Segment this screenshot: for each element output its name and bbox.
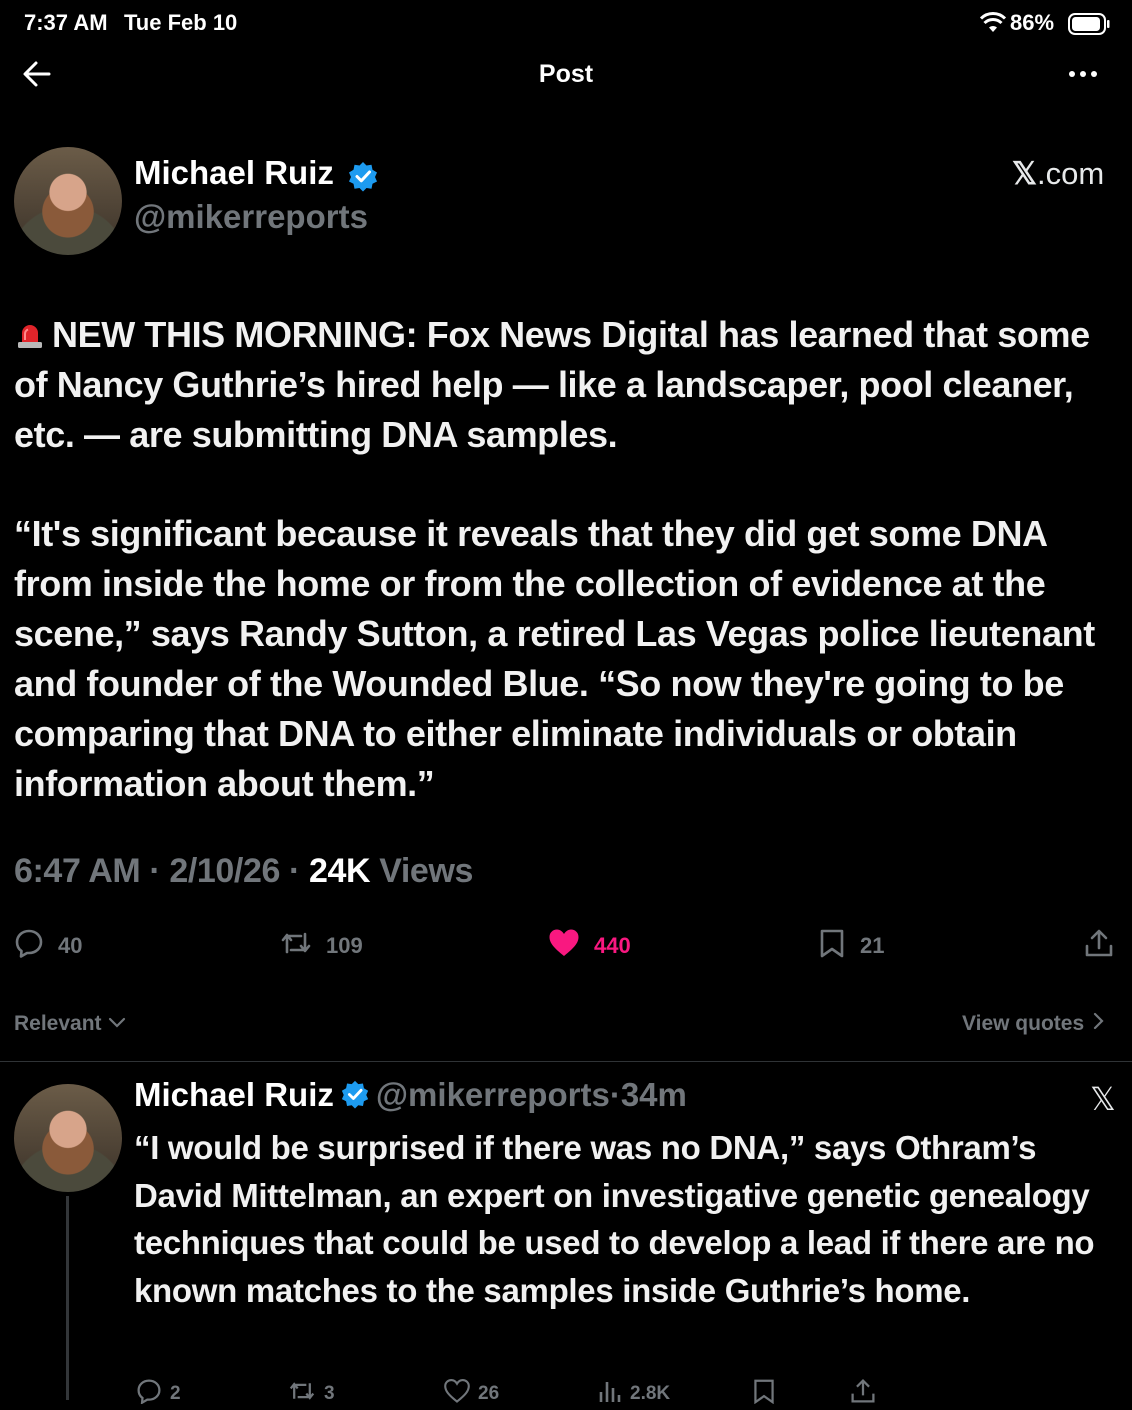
bookmark-button[interactable]: 21 bbox=[818, 928, 884, 964]
share-button[interactable] bbox=[1084, 928, 1114, 964]
source-label: 𝕏.com bbox=[1012, 156, 1104, 192]
police-light-icon bbox=[14, 313, 46, 348]
status-time: 7:37 AM bbox=[24, 10, 108, 35]
author-avatar[interactable] bbox=[14, 147, 122, 255]
post-paragraph: NEW THIS MORNING: Fox News Digital has l… bbox=[14, 310, 1122, 460]
like-count: 440 bbox=[594, 933, 631, 958]
heart-filled-icon bbox=[548, 928, 580, 964]
reply-header: Michael Ruiz @mikerreports·34m bbox=[134, 1076, 687, 1117]
author-name[interactable]: Michael Ruiz bbox=[134, 154, 334, 192]
bookmark-icon bbox=[752, 1378, 776, 1410]
reply-author-name[interactable]: Michael Ruiz bbox=[134, 1076, 334, 1113]
bookmark-icon bbox=[818, 928, 846, 964]
post-meta: 6:47 AM · 2/10/26 · 24K Views bbox=[14, 852, 473, 890]
repost-count: 109 bbox=[326, 933, 363, 958]
reply-author-handle[interactable]: @mikerreports bbox=[376, 1076, 610, 1113]
repost-icon bbox=[288, 1378, 316, 1410]
reply-share-button[interactable] bbox=[850, 1378, 876, 1410]
repost-button[interactable]: 109 bbox=[280, 928, 363, 964]
reply-icon bbox=[136, 1378, 162, 1410]
battery-percent: 86% bbox=[1010, 10, 1055, 35]
reply-repost-button[interactable]: 3 bbox=[288, 1378, 335, 1410]
reply-age: 34m bbox=[620, 1076, 687, 1113]
sort-dropdown[interactable]: Relevant bbox=[14, 1012, 126, 1036]
chevron-down-icon bbox=[108, 1012, 126, 1036]
view-quotes-label: View quotes bbox=[962, 1012, 1085, 1035]
reply-reply-count: 2 bbox=[170, 1383, 181, 1404]
reply-bookmark-button[interactable] bbox=[752, 1378, 776, 1410]
reply-reply-button[interactable]: 2 bbox=[136, 1378, 181, 1410]
reply-views-button[interactable]: 2.8K bbox=[598, 1378, 670, 1410]
share-icon bbox=[850, 1378, 876, 1410]
reply-views-count: 2.8K bbox=[630, 1383, 671, 1404]
bookmark-count: 21 bbox=[860, 933, 885, 958]
reply-author-avatar[interactable] bbox=[14, 1084, 122, 1192]
chevron-right-icon bbox=[1092, 1012, 1104, 1036]
more-options-icon[interactable] bbox=[1068, 64, 1098, 89]
x-logo-icon: 𝕏 bbox=[1090, 1081, 1116, 1117]
view-quotes-link[interactable]: View quotes bbox=[962, 1012, 1104, 1036]
repost-icon bbox=[280, 928, 312, 964]
heart-icon bbox=[444, 1378, 470, 1410]
like-button[interactable]: 440 bbox=[548, 928, 631, 964]
verified-badge-icon bbox=[347, 160, 379, 197]
bar-chart-icon bbox=[598, 1378, 622, 1410]
reply-count: 40 bbox=[58, 933, 83, 958]
post-time: 6:47 AM bbox=[14, 852, 141, 890]
views-count: 24K bbox=[308, 852, 371, 890]
post-date: 2/10/26 bbox=[169, 852, 280, 890]
reply-icon bbox=[14, 928, 44, 964]
status-date: Tue Feb 10 bbox=[124, 10, 238, 35]
reply-like-button[interactable]: 26 bbox=[444, 1378, 499, 1410]
reply-text: “I would be surprised if there was no DN… bbox=[134, 1129, 1095, 1309]
source-domain: .com bbox=[1036, 156, 1105, 191]
share-icon bbox=[1084, 928, 1114, 964]
sort-label: Relevant bbox=[14, 1012, 102, 1035]
battery-icon bbox=[1068, 13, 1110, 40]
thread-line bbox=[66, 1196, 69, 1400]
post-paragraph: “It's significant because it reveals tha… bbox=[14, 513, 1095, 804]
x-logo-icon: 𝕏 bbox=[1012, 156, 1037, 191]
post-paragraph-text: NEW THIS MORNING: Fox News Digital has l… bbox=[14, 314, 1090, 455]
reply-repost-count: 3 bbox=[324, 1383, 335, 1404]
page-title: Post bbox=[538, 60, 594, 88]
reply-like-count: 26 bbox=[478, 1383, 500, 1404]
reply-button[interactable]: 40 bbox=[14, 928, 82, 964]
wifi-icon bbox=[979, 12, 1007, 39]
divider bbox=[0, 1061, 1132, 1062]
verified-badge-icon bbox=[340, 1079, 370, 1117]
author-handle[interactable]: @mikerreports bbox=[134, 198, 368, 236]
views-label: Views bbox=[379, 852, 473, 890]
